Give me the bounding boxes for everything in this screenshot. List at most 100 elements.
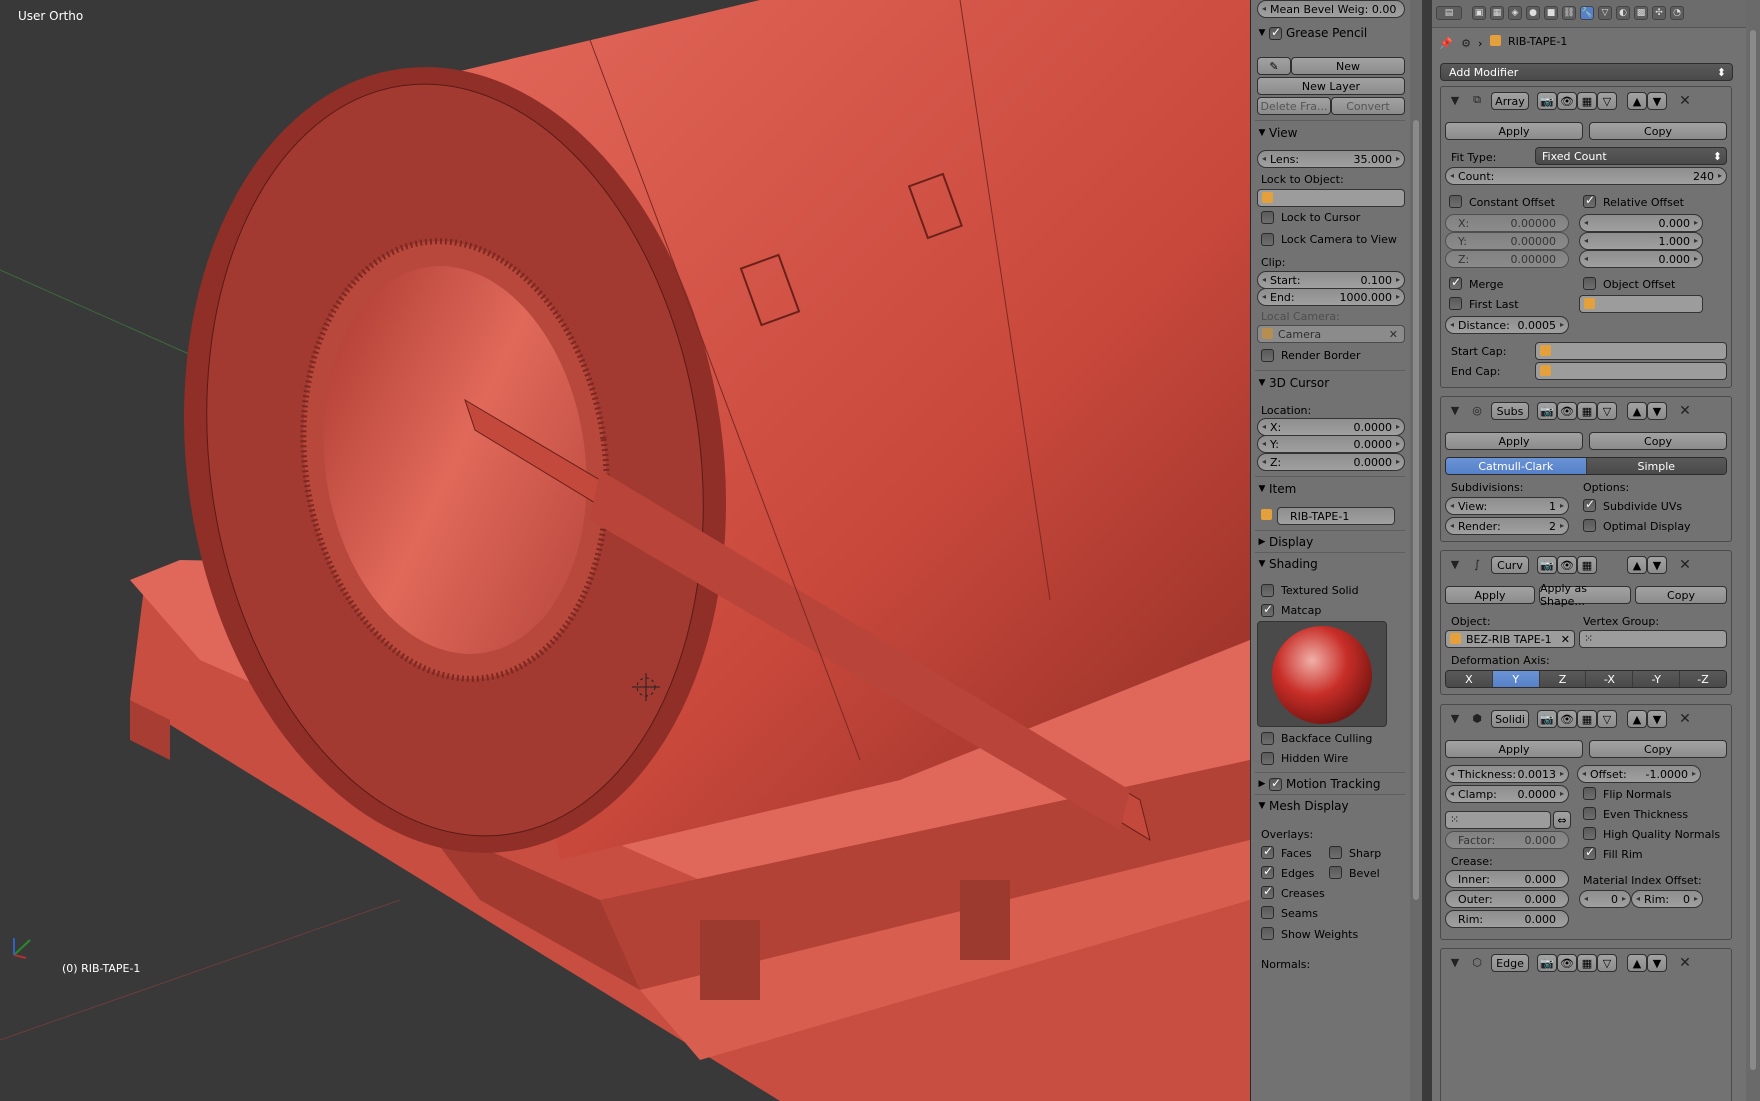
viewport-toggle-icon[interactable]: 👁 <box>1557 710 1577 728</box>
close-icon[interactable]: ✕ <box>1677 93 1693 109</box>
cursor-y-field[interactable]: ◂ Y: 0.0000 ▸ <box>1257 435 1405 453</box>
relative-z-field[interactable]: ◂ 0.000 ▸ <box>1579 250 1703 268</box>
subdivide-uvs-checkbox[interactable] <box>1583 497 1596 512</box>
apply-button[interactable]: Apply <box>1445 432 1583 450</box>
axis-z-option[interactable]: Z <box>1539 671 1587 687</box>
delete-frame-button[interactable]: Delete Fra... <box>1257 97 1331 115</box>
close-icon[interactable]: ✕ <box>1677 955 1693 971</box>
move-up-icon[interactable]: ▲ <box>1627 954 1647 972</box>
merge-distance-field[interactable]: ◂ Distance: 0.0005 ▸ <box>1445 316 1569 334</box>
start-cap-field[interactable] <box>1535 342 1727 360</box>
copy-button[interactable]: Copy <box>1589 122 1727 140</box>
add-modifier-dropdown[interactable]: Add Modifier ⬍ <box>1440 63 1733 81</box>
move-up-icon[interactable]: ▲ <box>1627 402 1647 420</box>
high-quality-normals-checkbox[interactable] <box>1583 827 1596 840</box>
collapse-icon[interactable]: ▼ <box>1447 403 1463 417</box>
render-toggle-icon[interactable]: 📷 <box>1537 92 1557 110</box>
backface-culling-checkbox[interactable] <box>1261 732 1274 745</box>
local-camera-field[interactable]: Camera ✕ <box>1257 325 1405 343</box>
crease-inner-field[interactable]: Inner: 0.000 <box>1445 870 1569 888</box>
move-down-icon[interactable]: ▼ <box>1647 402 1667 420</box>
render-border-checkbox[interactable] <box>1261 349 1274 362</box>
modifier-name-field[interactable]: Array <box>1491 92 1529 110</box>
new-layer-button[interactable]: New Layer <box>1257 77 1405 95</box>
matcap-checkbox[interactable] <box>1261 602 1274 617</box>
edges-checkbox[interactable] <box>1261 864 1274 879</box>
view-panel-header[interactable]: ▼ View <box>1255 122 1407 144</box>
cursor-x-field[interactable]: ◂ X: 0.0000 ▸ <box>1257 418 1405 436</box>
npanel-scrollbar[interactable] <box>1410 0 1422 1101</box>
relative-y-field[interactable]: ◂ 1.000 ▸ <box>1579 232 1703 250</box>
item-panel-header[interactable]: ▼ Item <box>1255 478 1407 500</box>
data-tab-icon[interactable]: ▽ <box>1598 6 1612 20</box>
material-rim-offset-field[interactable]: ◂ Rim: 0 ▸ <box>1631 890 1703 908</box>
fill-rim-checkbox[interactable] <box>1583 845 1596 860</box>
even-thickness-checkbox[interactable] <box>1583 807 1596 820</box>
editor-type-icon[interactable]: ▤ <box>1436 6 1462 20</box>
merge-checkbox[interactable] <box>1449 275 1462 290</box>
move-down-icon[interactable]: ▼ <box>1647 710 1667 728</box>
modifiers-tab-icon[interactable]: 🔧 <box>1580 6 1594 20</box>
apply-button[interactable]: Apply <box>1445 586 1535 604</box>
properties-scrollbar[interactable] <box>1746 0 1760 1101</box>
collapse-icon[interactable]: ▼ <box>1447 93 1463 107</box>
lock-object-field[interactable] <box>1257 189 1405 207</box>
move-up-icon[interactable]: ▲ <box>1627 556 1647 574</box>
crease-outer-field[interactable]: Outer: 0.000 <box>1445 890 1569 908</box>
modifier-name-field[interactable]: Solidi <box>1491 710 1529 728</box>
render-toggle-icon[interactable]: 📷 <box>1537 954 1557 972</box>
axis-neg-z-option[interactable]: -Z <box>1680 671 1726 687</box>
pencil-icon-button[interactable]: ✎ <box>1257 57 1291 75</box>
cage-toggle-icon[interactable]: ▽ <box>1597 92 1617 110</box>
optimal-display-checkbox[interactable] <box>1583 519 1596 532</box>
move-down-icon[interactable]: ▼ <box>1647 954 1667 972</box>
motion-tracking-checkbox[interactable] <box>1269 776 1282 791</box>
fit-type-dropdown[interactable]: Fixed Count ⬍ <box>1535 147 1727 165</box>
editmode-toggle-icon[interactable]: ▦ <box>1577 556 1597 574</box>
close-icon[interactable]: ✕ <box>1677 711 1693 727</box>
clamp-field[interactable]: ◂ Clamp: 0.0000 ▸ <box>1445 785 1569 803</box>
offset-object-field[interactable] <box>1579 295 1703 313</box>
layers-tab-icon[interactable]: ▦ <box>1490 6 1504 20</box>
cage-toggle-icon[interactable]: ▽ <box>1597 954 1617 972</box>
close-icon[interactable]: ✕ <box>1677 403 1693 419</box>
move-down-icon[interactable]: ▼ <box>1647 92 1667 110</box>
clip-start-field[interactable]: ◂ Start: 0.100 ▸ <box>1257 271 1405 289</box>
clip-end-field[interactable]: ◂ End: 1000.000 ▸ <box>1257 288 1405 306</box>
relative-x-field[interactable]: ◂ 0.000 ▸ <box>1579 214 1703 232</box>
relative-offset-checkbox[interactable] <box>1583 193 1596 208</box>
render-toggle-icon[interactable]: 📷 <box>1537 556 1557 574</box>
grease-pencil-checkbox[interactable] <box>1269 25 1282 40</box>
constraints-tab-icon[interactable]: ⛓ <box>1562 6 1576 20</box>
modifier-name-field[interactable]: Subs <box>1491 402 1529 420</box>
lock-to-cursor-checkbox[interactable] <box>1261 211 1274 224</box>
thickness-field[interactable]: ◂ Thickness: 0.0013 ▸ <box>1445 765 1569 783</box>
viewport-toggle-icon[interactable]: 👁 <box>1557 954 1577 972</box>
render-levels-field[interactable]: ◂ Render: 2 ▸ <box>1445 517 1569 535</box>
collapse-icon[interactable]: ▼ <box>1447 711 1463 725</box>
crease-rim-field[interactable]: Rim: 0.000 <box>1445 910 1569 928</box>
collapse-icon[interactable]: ▼ <box>1447 955 1463 969</box>
display-panel-header[interactable]: ▶ Display <box>1255 531 1407 553</box>
lock-camera-checkbox[interactable] <box>1261 233 1274 246</box>
show-weights-checkbox[interactable] <box>1261 927 1274 940</box>
close-icon[interactable]: ✕ <box>1677 557 1693 573</box>
editmode-toggle-icon[interactable]: ▦ <box>1577 710 1597 728</box>
copy-button[interactable]: Copy <box>1635 586 1727 604</box>
simple-option[interactable]: Simple <box>1586 458 1726 474</box>
physics-tab-icon[interactable]: ◔ <box>1670 6 1684 20</box>
shading-panel-header[interactable]: ▼ Shading <box>1255 553 1407 575</box>
copy-button[interactable]: Copy <box>1589 740 1727 758</box>
pin-icon[interactable]: 📌 <box>1438 36 1454 50</box>
viewport-toggle-icon[interactable]: 👁 <box>1557 402 1577 420</box>
vertex-group-field[interactable]: ⁙ <box>1579 630 1727 648</box>
material-offset-field[interactable]: ◂ 0 ▸ <box>1579 890 1631 908</box>
grease-pencil-header[interactable]: ▼Grease Pencil <box>1255 22 1407 44</box>
view-levels-field[interactable]: ◂ View: 1 ▸ <box>1445 497 1569 515</box>
axis-y-option[interactable]: Y <box>1492 671 1540 687</box>
3d-viewport[interactable]: User Ortho (0) RIB-TAPE-1 <box>0 0 1250 1101</box>
new-grease-button[interactable]: New <box>1291 57 1405 75</box>
constant-z-field[interactable]: Z: 0.00000 <box>1445 250 1569 268</box>
seams-checkbox[interactable] <box>1261 906 1274 919</box>
render-toggle-icon[interactable]: 📷 <box>1537 710 1557 728</box>
